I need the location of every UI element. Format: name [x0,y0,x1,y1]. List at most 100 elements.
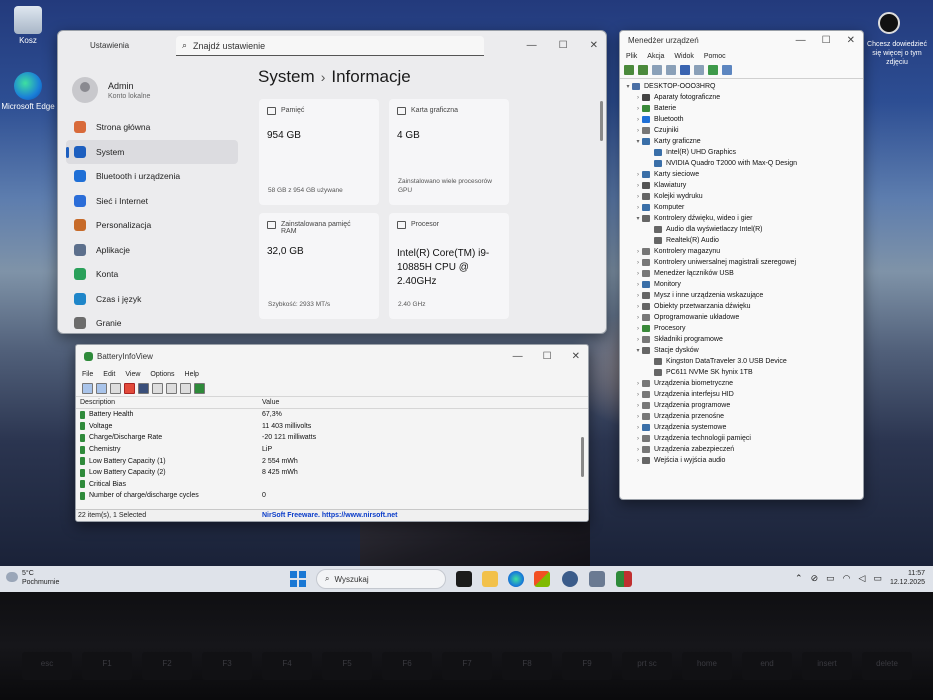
tree-item[interactable]: › Wejścia i wyjścia audio [624,455,859,466]
tree-item[interactable]: › Monitory [624,279,859,290]
clear-icon[interactable] [110,383,121,394]
tree-item[interactable]: › Urządzenia biometryczne [624,378,859,389]
tree-item[interactable]: Kingston DataTraveler 3.0 USB Device [624,356,859,367]
menu-item[interactable]: Options [150,371,174,378]
start-button[interactable] [290,571,306,587]
tree-item[interactable]: › Urządzenia zabezpieczeń [624,444,859,455]
update-driver-icon[interactable] [694,65,704,75]
card-storage[interactable]: Pamięć 954 GB 58 GB z 954 GB używane [259,99,379,205]
chevron-down-icon[interactable]: ▾ [624,83,632,90]
desktop-icon-recycle-bin[interactable]: Kosz [0,6,56,45]
chevron-right-icon[interactable]: › [634,381,642,387]
batteryinfoview-taskbar-icon[interactable] [616,571,632,587]
card-ram[interactable]: Zainstalowana pamięć RAM 32,0 GB Szybkoś… [259,213,379,319]
column-value[interactable]: Value [262,399,279,406]
tree-item[interactable]: › Obiekty przetwarzania dźwięku [624,301,859,312]
table-row[interactable]: Voltage 11 403 millivolts [76,421,588,433]
menu-item[interactable]: Plik [626,53,637,60]
battery-log-icon[interactable] [96,383,107,394]
file-explorer-icon[interactable] [482,571,498,587]
edge-icon[interactable] [508,571,524,587]
battery-view-icon[interactable] [82,383,93,394]
chevron-right-icon[interactable]: › [634,392,642,398]
tree-item[interactable]: › Kolejki wydruku [624,191,859,202]
volume-icon[interactable]: ◁ [859,573,866,584]
forward-icon[interactable] [638,65,648,75]
sidebar-item-9[interactable]: Granie [66,311,238,333]
chevron-up-icon[interactable]: ⌃ [795,573,803,584]
view-icon[interactable] [666,65,676,75]
wifi-icon[interactable]: ◠ [843,573,851,584]
chevron-right-icon[interactable]: › [634,282,642,288]
chevron-right-icon[interactable]: › [634,128,642,134]
chevron-right-icon[interactable]: › [634,425,642,431]
table-row[interactable]: Charge/Discharge Rate -20 121 milliwatts [76,432,588,444]
chevron-right-icon[interactable]: › [634,249,642,255]
tree-item[interactable]: › Urządzenia systemowe [624,422,859,433]
chevron-right-icon[interactable]: › [634,271,642,277]
settings-gear-icon[interactable] [562,571,578,587]
chevron-down-icon[interactable]: ▾ [634,215,642,222]
monitor-icon[interactable] [722,65,732,75]
tree-item[interactable]: › Czujniki [624,125,859,136]
menu-item[interactable]: File [82,371,93,378]
battery-icon[interactable]: ▭ [873,573,882,584]
tree-item[interactable]: ▾ DESKTOP-OOO3HRQ [624,81,859,92]
minimize-icon[interactable]: — [796,35,806,46]
card-processor[interactable]: Procesor Intel(R) Core(TM) i9-10885H CPU… [389,213,509,319]
chevron-right-icon[interactable]: › [634,304,642,310]
sidebar-item-5[interactable]: Personalizacja [66,213,238,238]
tree-item[interactable]: › Komputer [624,202,859,213]
card-gpu[interactable]: Karta graficzna 4 GB Zainstalowano wiele… [389,99,509,205]
column-description[interactable]: Description [76,399,262,406]
maximize-icon[interactable]: ☐ [559,40,568,51]
chevron-right-icon[interactable]: › [634,293,642,299]
tree-item[interactable]: › Procesory [624,323,859,334]
table-row[interactable]: Number of charge/discharge cycles 0 [76,490,588,502]
sidebar-item-3[interactable]: Bluetooth i urządzenia [66,164,238,189]
spotlight-camera-icon[interactable] [878,12,900,34]
tree-item[interactable]: › Menedżer łączników USB [624,268,859,279]
clock[interactable]: 11:57 12.12.2025 [890,569,925,587]
tree-item[interactable]: ▾ Kontrolery dźwięku, wideo i gier [624,213,859,224]
chevron-right-icon[interactable]: › [634,95,642,101]
menu-item[interactable]: Edit [103,371,115,378]
sidebar-item-1[interactable]: Strona główna [66,115,238,140]
table-row[interactable]: Low Battery Capacity (2) 8 425 mWh [76,467,588,479]
scan-hardware-icon[interactable] [708,65,718,75]
tree-item[interactable]: Realtek(R) Audio [624,235,859,246]
close-icon[interactable]: ✕ [572,351,580,362]
help-icon[interactable] [680,65,690,75]
tree-item[interactable]: ▾ Karty graficzne [624,136,859,147]
sidebar-item-8[interactable]: Czas i język [66,287,238,312]
taskbar-search[interactable]: ⌕ Wyszukaj [316,569,446,589]
copy-icon[interactable] [152,383,163,394]
close-icon[interactable]: ✕ [590,40,598,51]
tree-item[interactable]: › Baterie [624,103,859,114]
weather-widget[interactable]: 5°C Pochmurnie [6,569,59,587]
desktop-icon-edge[interactable]: Microsoft Edge [0,72,56,111]
spotlight-text[interactable]: Chcesz dowiedzieć się więcej o tym zdjęc… [862,40,932,67]
chevron-right-icon[interactable]: › [634,403,642,409]
html-report-icon[interactable] [166,383,177,394]
tree-item[interactable]: › Aparaty fotograficzne [624,92,859,103]
breadcrumb-parent[interactable]: System [258,67,315,86]
tree-item[interactable]: › Klawiatury [624,180,859,191]
task-view-icon[interactable] [456,571,472,587]
chevron-right-icon[interactable]: › [634,436,642,442]
sidebar-item-4[interactable]: Sieć i Internet [66,189,238,214]
tree-item[interactable]: › Bluetooth [624,114,859,125]
chevron-right-icon[interactable]: › [634,106,642,112]
tree-item[interactable]: Audio dla wyświetlaczy Intel(R) [624,224,859,235]
menu-item[interactable]: Help [185,371,199,378]
tree-item[interactable]: NVIDIA Quadro T2000 with Max-Q Design [624,158,859,169]
maximize-icon[interactable]: ☐ [543,351,552,362]
save-icon[interactable] [138,383,149,394]
tree-item[interactable]: ▾ Stacje dysków [624,345,859,356]
minimize-icon[interactable]: — [527,40,537,51]
sidebar-item-6[interactable]: Aplikacje [66,238,238,263]
chevron-right-icon[interactable]: › [634,337,642,343]
menu-item[interactable]: Akcja [647,53,664,60]
tree-item[interactable]: › Mysz i inne urządzenia wskazujące [624,290,859,301]
tree-item[interactable]: › Oprogramowanie układowe [624,312,859,323]
